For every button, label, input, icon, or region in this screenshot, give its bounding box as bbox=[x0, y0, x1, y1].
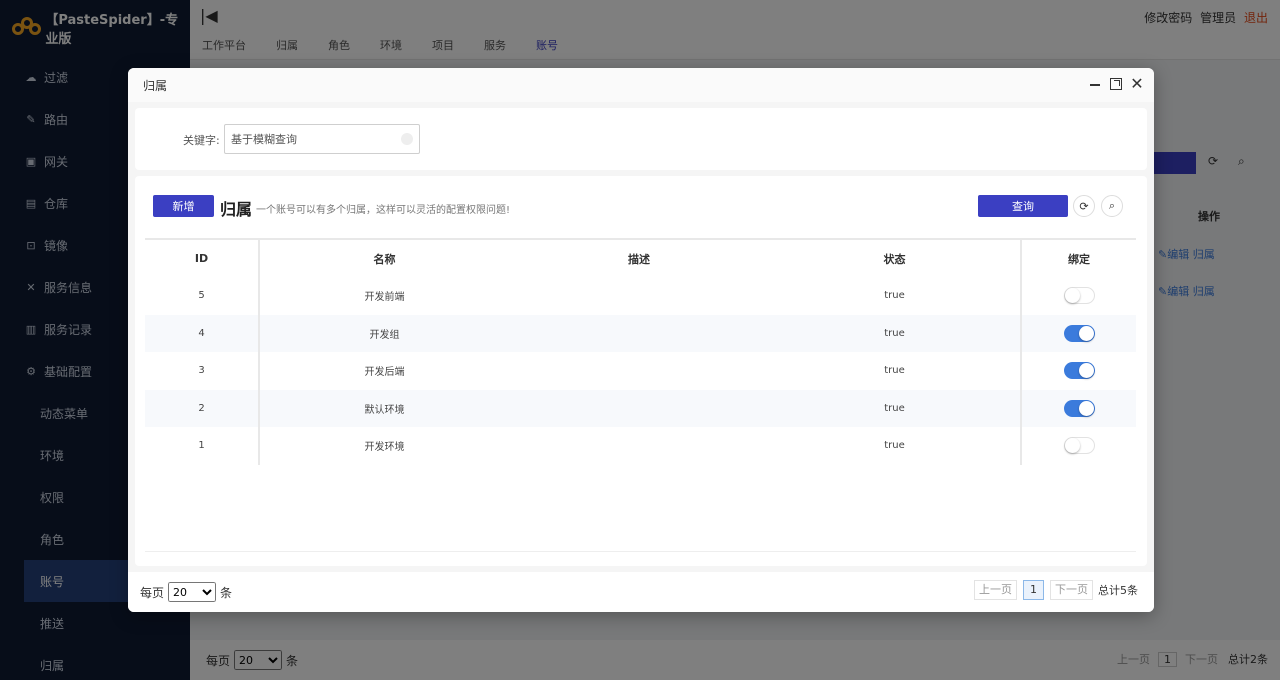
header-id: ID bbox=[145, 239, 260, 277]
cell-bind bbox=[1020, 314, 1136, 352]
refresh-icon[interactable]: ⟳ bbox=[1073, 195, 1095, 217]
bind-toggle[interactable] bbox=[1063, 362, 1095, 380]
header-name: 名称 bbox=[373, 252, 396, 266]
table-header-row: ID 名称 描述 状态 绑定 bbox=[145, 239, 1136, 277]
maximize-icon[interactable] bbox=[1110, 78, 1122, 90]
cell-name: 开发环境 bbox=[364, 442, 405, 454]
cell-id: 5 bbox=[145, 277, 260, 315]
keyword-label: 关键字: bbox=[183, 134, 220, 147]
list-description: 一个账号可以有多个归属，这样可以灵活的配置权限问题! bbox=[256, 205, 511, 216]
table-row: 2 默认环境 true bbox=[145, 389, 1136, 427]
table-row: 5 开发前端 true bbox=[145, 277, 1136, 315]
cell-desc bbox=[509, 314, 769, 352]
cell-id: 2 bbox=[145, 389, 260, 427]
per-page-unit: 条 bbox=[220, 585, 233, 600]
cell-desc bbox=[509, 277, 769, 315]
belong-table: ID 名称 描述 状态 绑定 5 开发前端 true 4 开发组 true 3 开发后端 tru… bbox=[145, 238, 1136, 465]
cell-desc bbox=[509, 427, 769, 465]
belong-modal: 归属 ✕ 关键字: 新增 归属 一个账号可以有多个归属，这样可以灵活的配置权限问… bbox=[128, 68, 1154, 612]
list-panel: 新增 归属 一个账号可以有多个归属，这样可以灵活的配置权限问题! 查询 ⟳ ⌕ … bbox=[135, 176, 1147, 566]
table-row: 4 开发组 true bbox=[145, 314, 1136, 352]
cell-status: true bbox=[769, 389, 1021, 427]
pager: 上一页 1 下一页 总计5条 bbox=[968, 580, 1138, 600]
cell-status: true bbox=[884, 440, 905, 452]
cell-bind bbox=[1020, 389, 1136, 427]
header-status: 状态 bbox=[883, 252, 906, 266]
clear-input-icon[interactable] bbox=[401, 133, 413, 145]
add-button[interactable]: 新增 bbox=[153, 195, 214, 217]
bind-toggle[interactable] bbox=[1063, 287, 1095, 305]
cell-name: 开发后端 bbox=[364, 367, 405, 379]
cell-id: 3 bbox=[145, 352, 260, 390]
modal-title: 归属 bbox=[143, 78, 168, 93]
toggle-knob bbox=[1064, 288, 1080, 304]
cell-bind bbox=[1020, 352, 1136, 390]
list-title: 归属 bbox=[220, 200, 253, 219]
prev-page-button[interactable]: 上一页 bbox=[974, 580, 1017, 600]
cell-status: true bbox=[769, 314, 1021, 352]
next-page-button[interactable]: 下一页 bbox=[1050, 580, 1093, 600]
list-bottom-divider bbox=[145, 551, 1136, 552]
cell-status: true bbox=[884, 290, 905, 302]
header-bind: 绑定 bbox=[1020, 239, 1136, 277]
bind-toggle[interactable] bbox=[1063, 324, 1095, 342]
toggle-knob bbox=[1078, 325, 1094, 341]
table-row: 3 开发后端 true bbox=[145, 352, 1136, 390]
bind-toggle[interactable] bbox=[1063, 399, 1095, 417]
toggle-knob bbox=[1078, 363, 1094, 379]
toggle-knob bbox=[1064, 438, 1080, 454]
cell-desc bbox=[509, 389, 769, 427]
modal-header: 归属 ✕ bbox=[128, 68, 1154, 102]
cell-desc bbox=[509, 352, 769, 390]
cell-id: 1 bbox=[145, 427, 260, 465]
cell-status: true bbox=[884, 365, 905, 377]
cell-name: 默认环境 bbox=[259, 389, 509, 427]
current-page-button[interactable]: 1 bbox=[1023, 580, 1044, 600]
modal-footer: 每页 20 条 上一页 1 下一页 总计5条 bbox=[128, 572, 1154, 612]
total-count: 总计5条 bbox=[1098, 584, 1138, 597]
cell-bind bbox=[1020, 277, 1136, 315]
per-page-select[interactable]: 20 bbox=[168, 582, 217, 602]
toggle-knob bbox=[1078, 400, 1094, 416]
cell-bind bbox=[1020, 427, 1136, 465]
search-icon[interactable]: ⌕ bbox=[1101, 195, 1123, 217]
table-row: 1 开发环境 true bbox=[145, 427, 1136, 465]
cell-id: 4 bbox=[145, 314, 260, 352]
per-page-label: 每页 bbox=[140, 585, 165, 600]
cell-name: 开发前端 bbox=[364, 292, 405, 304]
minimize-icon[interactable] bbox=[1088, 77, 1102, 91]
bind-toggle[interactable] bbox=[1063, 437, 1095, 455]
search-panel: 关键字: bbox=[135, 108, 1147, 170]
cell-name: 开发组 bbox=[259, 314, 509, 352]
keyword-input[interactable] bbox=[224, 124, 420, 154]
header-desc: 描述 bbox=[628, 252, 650, 266]
query-button[interactable]: 查询 bbox=[978, 195, 1068, 217]
close-icon[interactable]: ✕ bbox=[1130, 76, 1144, 92]
